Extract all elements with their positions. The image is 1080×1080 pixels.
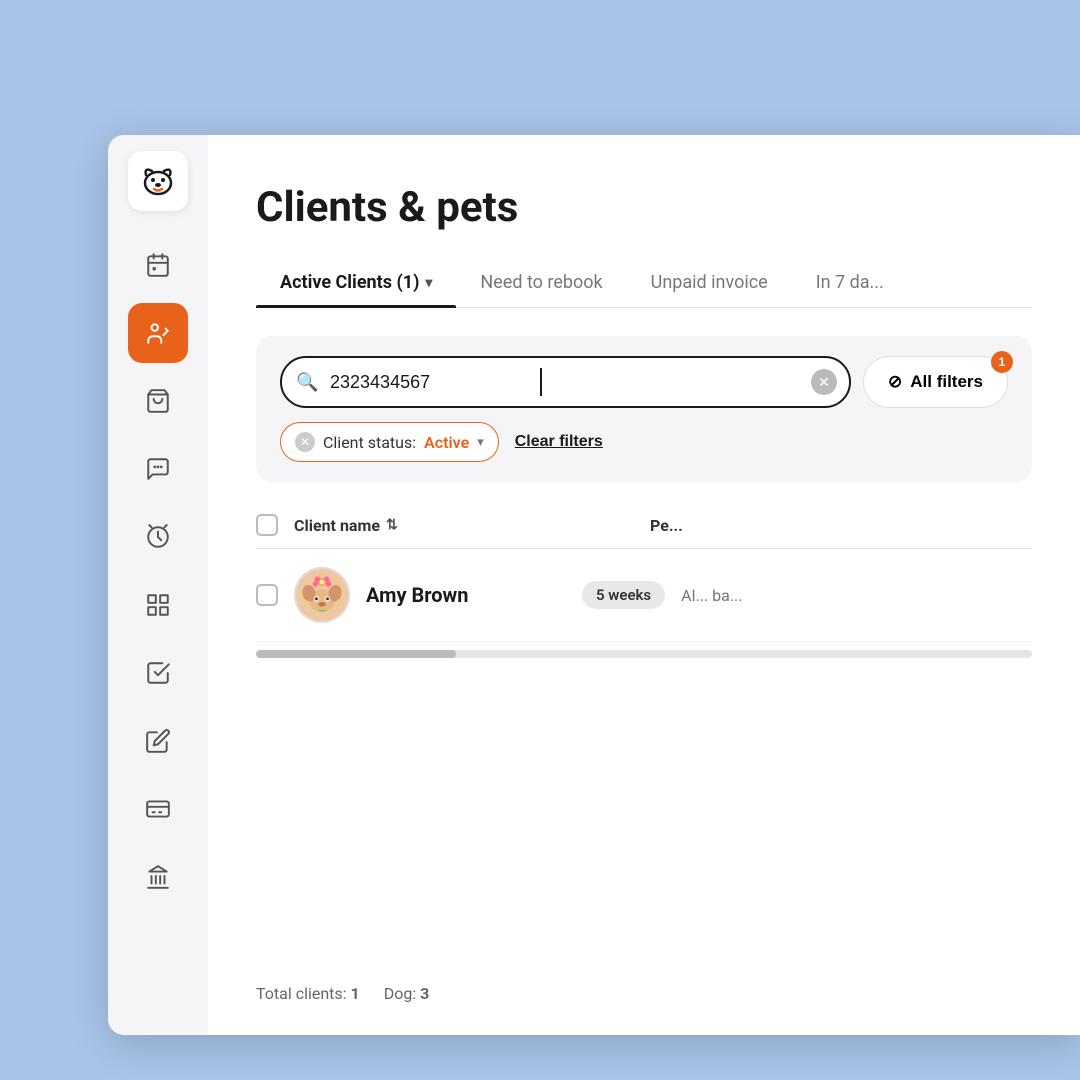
search-input[interactable] [280,356,851,408]
sidebar-item-reports[interactable] [128,643,188,703]
page-title: Clients & pets [256,183,1032,232]
horizontal-scrollbar[interactable] [256,650,1032,658]
all-filters-button[interactable]: ⊘ All filters 1 [863,356,1008,408]
app-logo[interactable] [128,151,188,211]
col-header-pet: Pe... [650,516,1032,535]
sidebar-item-shop[interactable] [128,371,188,431]
tab-in-7-days[interactable]: In 7 da... [792,260,908,307]
dog-count-label: Dog: 3 [384,984,430,1003]
text-cursor [540,368,542,396]
filter-badge-count: 1 [991,351,1013,373]
total-clients-label: Total clients: 1 [256,984,360,1003]
avatar-image [296,569,348,621]
row-checkbox[interactable] [256,584,278,606]
sort-icon[interactable]: ⇅ [386,517,398,533]
sidebar-item-billing[interactable] [128,779,188,839]
tab-dropdown-icon: ▾ [425,275,432,291]
tab-active-clients[interactable]: Active Clients (1) ▾ [256,260,456,307]
sidebar-item-calendar[interactable] [128,235,188,295]
filter-chips-row: ✕ Client status: Active ▾ Clear filters [280,422,1008,462]
client-status-filter-chip[interactable]: ✕ Client status: Active ▾ [280,422,499,462]
table-footer: Total clients: 1 Dog: 3 [256,984,1032,1003]
client-avatar [294,567,350,623]
col-header-client-name: Client name ⇅ [294,516,634,535]
sidebar-item-reminders[interactable] [128,507,188,567]
select-all-checkbox[interactable] [256,514,278,536]
pet-column-value: Al... ba... [681,586,1032,605]
tabs-bar: Active Clients (1) ▾ Need to rebook Unpa… [256,260,1032,308]
clear-filters-button[interactable]: Clear filters [515,433,603,451]
client-name: Amy Brown [366,583,566,607]
scrollbar-thumb[interactable] [256,650,456,658]
chip-value: Active [424,433,469,452]
sidebar [108,135,208,1035]
chip-remove-icon[interactable]: ✕ [295,432,315,452]
chip-chevron-icon: ▾ [477,435,484,450]
table-row[interactable]: Amy Brown 5 weeks Al... ba... [256,549,1032,642]
search-row: 🔍 ✕ ⊘ All filters 1 [280,356,1008,408]
search-input-wrapper: 🔍 ✕ [280,356,851,408]
weeks-badge: 5 weeks [582,581,665,609]
sidebar-item-messages[interactable] [128,439,188,499]
tab-unpaid-invoice[interactable]: Unpaid invoice [627,260,792,307]
tab-need-to-rebook[interactable]: Need to rebook [456,260,626,307]
sidebar-item-edit[interactable] [128,711,188,771]
sidebar-item-bank[interactable] [128,847,188,907]
filter-icon: ⊘ [888,372,902,392]
search-area: 🔍 ✕ ⊘ All filters 1 ✕ Client status: Act… [256,336,1032,482]
table-header: Client name ⇅ Pe... [256,502,1032,549]
chip-label: Client status: [323,433,416,452]
main-content: Clients & pets Active Clients (1) ▾ Need… [208,135,1080,1035]
client-table: Client name ⇅ Pe... [256,502,1032,964]
sidebar-item-clients[interactable] [128,303,188,363]
sidebar-item-layout[interactable] [128,575,188,635]
search-clear-button[interactable]: ✕ [811,369,837,395]
